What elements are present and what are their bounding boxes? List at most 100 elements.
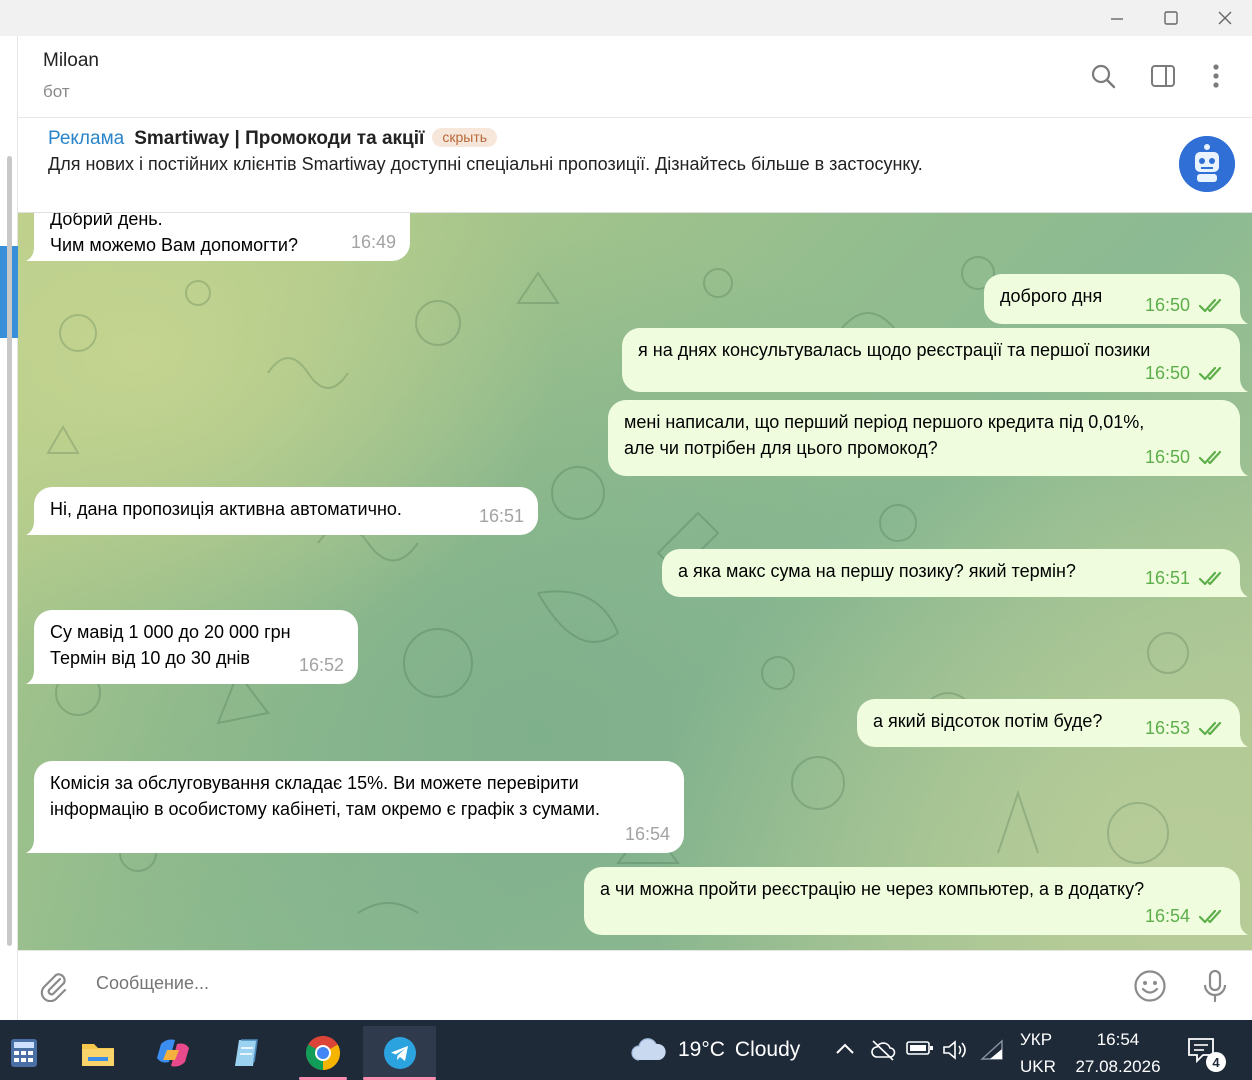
copilot-icon	[157, 1039, 189, 1067]
message-time: 16:50	[1144, 295, 1190, 315]
sidebar-toggle-button[interactable]	[1143, 58, 1183, 94]
close-icon	[1218, 11, 1232, 25]
message-meta: 16:53	[1145, 715, 1226, 741]
ad-channel-avatar[interactable]	[1179, 136, 1235, 192]
bubble-tail	[26, 670, 40, 684]
message-meta: 16:54	[625, 821, 670, 847]
bubble-tail	[1234, 378, 1248, 392]
maximize-icon	[1164, 11, 1178, 25]
attach-button[interactable]	[36, 967, 72, 1005]
ad-hide-button[interactable]: скрыть	[432, 128, 498, 147]
ad-heading: Реклама Smartiway | Промокоди та акції скр…	[48, 128, 498, 150]
message-meta: 16:51	[1145, 565, 1226, 591]
chat-header: Miloan бот	[18, 36, 1252, 118]
message-time: 16:49	[350, 232, 396, 252]
sidebar-panel-icon	[1151, 65, 1175, 87]
weather-condition: Cloudy	[734, 1038, 801, 1061]
maximize-button[interactable]	[1144, 0, 1198, 36]
message-meta: 16:49	[351, 229, 396, 255]
incoming-message[interactable]: Комісія за обслуговування складає 15%. В…	[26, 761, 684, 853]
double-check-icon	[1198, 366, 1222, 381]
emoji-button[interactable]	[1130, 967, 1170, 1005]
message-meta: 16:52	[299, 652, 344, 678]
smile-icon	[1134, 970, 1166, 1002]
notification-center-button[interactable]: 4	[1186, 1036, 1228, 1072]
search-button[interactable]	[1083, 58, 1123, 94]
message-history[interactable]: Добрий день. Чим можемо Вам допомогти? 16…	[18, 213, 1252, 950]
paperclip-icon	[40, 973, 67, 1002]
message-meta: 16:50	[1145, 360, 1226, 386]
weather-widget[interactable]: 19°C Cloudy	[630, 1038, 800, 1062]
tray-network-off[interactable]	[870, 1039, 896, 1061]
input-language-indicator[interactable]: УКР UKR	[1020, 1026, 1056, 1080]
speaker-icon	[943, 1040, 966, 1060]
double-check-icon	[1198, 450, 1222, 465]
bubble-tail	[1234, 921, 1248, 935]
weather-temperature: 19°C	[678, 1038, 725, 1061]
taskbar-file-explorer[interactable]	[68, 1026, 128, 1080]
chevron-up-icon	[836, 1043, 854, 1054]
taskbar: 19°C Cloudy УКР UKR 16:54 27.08.2026 4	[0, 1020, 1252, 1080]
chat-list-scrollbar[interactable]	[7, 156, 12, 946]
incoming-message[interactable]: Добрий день. Чим можемо Вам допомогти? 16…	[26, 213, 410, 261]
sponsored-message-bar[interactable]: Реклама Smartiway | Промокоди та акції скр…	[18, 118, 1252, 213]
chat-title[interactable]: Miloan	[43, 50, 99, 72]
tray-volume[interactable]	[942, 1039, 968, 1061]
chrome-icon	[306, 1036, 340, 1070]
double-check-icon	[1198, 571, 1222, 586]
message-time: 16:50	[1144, 447, 1190, 467]
taskbar-telegram[interactable]	[363, 1026, 436, 1080]
message-meta: 16:51	[479, 503, 524, 529]
taskbar-copilot[interactable]	[143, 1026, 203, 1080]
minimize-button[interactable]	[1090, 0, 1144, 36]
ad-title[interactable]: Smartiway | Промокоди та акції	[134, 128, 424, 149]
kebab-menu-icon	[1213, 64, 1219, 88]
system-clock[interactable]: 16:54 27.08.2026	[1072, 1026, 1164, 1080]
tray-battery[interactable]	[906, 1039, 934, 1057]
message-time: 16:53	[1144, 718, 1190, 738]
bubble-tail	[1234, 462, 1248, 476]
outgoing-message[interactable]: мені написали, що перший період першого …	[608, 400, 1248, 476]
bubble-tail	[26, 839, 40, 853]
message-input[interactable]	[96, 973, 996, 994]
message-meta: 16:50	[1145, 444, 1226, 470]
close-button[interactable]	[1198, 0, 1252, 36]
message-meta: 16:50	[1145, 292, 1226, 318]
incoming-message[interactable]: Ні, дана пропозиція активна автоматично.…	[26, 487, 538, 535]
chat-status: бот	[43, 82, 70, 101]
outgoing-message[interactable]: доброго дня 16:50	[984, 274, 1248, 324]
double-check-icon	[1198, 909, 1222, 924]
message-text: мені написали, що перший період першого …	[624, 412, 1145, 458]
microphone-icon	[1203, 969, 1227, 1003]
voice-message-button[interactable]	[1195, 967, 1235, 1005]
robot-logo-icon	[1179, 136, 1235, 192]
message-time: 16:51	[1144, 568, 1190, 588]
message-meta: 16:54	[1145, 903, 1226, 929]
outgoing-message[interactable]: я на днях консультувалась щодо реєстраці…	[622, 328, 1248, 392]
message-time: 16:54	[1144, 906, 1190, 926]
ad-label: Реклама	[48, 128, 125, 149]
message-text: а чи можна пройти реєстрацію не через ко…	[600, 879, 1145, 899]
double-check-icon	[1198, 298, 1222, 313]
message-time: 16:51	[478, 506, 524, 526]
outgoing-message[interactable]: а чи можна пройти реєстрацію не через ко…	[584, 867, 1248, 935]
telegram-icon	[383, 1037, 416, 1069]
clock-date: 27.08.2026	[1075, 1057, 1161, 1076]
message-time: 16:50	[1144, 363, 1190, 383]
tray-wifi[interactable]	[980, 1039, 1004, 1061]
incoming-message[interactable]: Су мавід 1 000 до 20 000 грн Термін від …	[26, 610, 358, 684]
title-bar	[0, 0, 1252, 36]
show-hidden-icons-button[interactable]	[834, 1039, 856, 1059]
outgoing-message[interactable]: а яка макс сума на першу позику? який те…	[662, 549, 1248, 597]
outgoing-message[interactable]: а який відсоток потім буде? 16:53	[857, 699, 1248, 747]
bubble-tail	[1234, 583, 1248, 597]
notification-count-badge: 4	[1206, 1052, 1226, 1072]
more-options-button[interactable]	[1196, 58, 1236, 94]
ad-text: Для нових і постійних клієнтів Smartiway…	[48, 154, 923, 174]
message-composer	[18, 950, 1252, 1020]
start-button[interactable]	[0, 1026, 48, 1080]
bubble-tail	[26, 521, 40, 535]
taskbar-chrome[interactable]	[293, 1026, 353, 1080]
cloud-off-icon	[871, 1040, 896, 1061]
taskbar-notepad[interactable]	[218, 1026, 278, 1080]
